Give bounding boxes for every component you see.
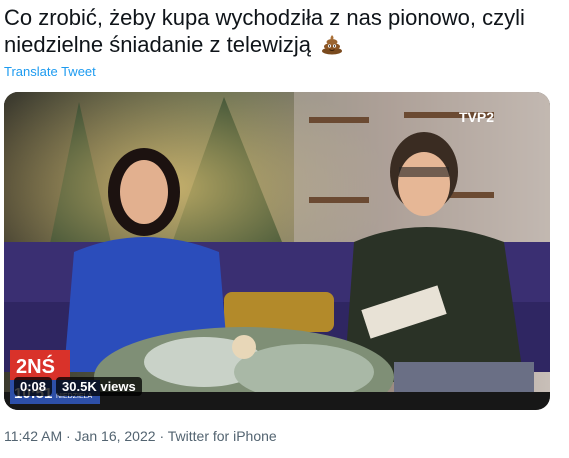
video-player[interactable]: TVP2 2NŚ 10:51 NIEDZIELA 0:08 30.5K view… bbox=[4, 92, 550, 410]
video-overlay: 0:08 30.5K views bbox=[14, 377, 142, 396]
video-duration: 0:08 bbox=[14, 377, 53, 396]
tweet-body: Co zrobić, żeby kupa wychodziła z nas pi… bbox=[4, 5, 525, 57]
tweet-time[interactable]: 11:42 AM bbox=[4, 428, 62, 444]
meta-separator: · bbox=[159, 428, 165, 444]
pile-of-poo-icon bbox=[321, 33, 343, 61]
view-count: 30.5K views bbox=[56, 377, 142, 396]
tweet-text: Co zrobić, żeby kupa wychodziła z nas pi… bbox=[4, 4, 560, 61]
tweet-meta: 11:42 AM · Jan 16, 2022 · Twitter for iP… bbox=[4, 428, 277, 444]
tweet-date[interactable]: Jan 16, 2022 bbox=[75, 428, 156, 444]
video-thumbnail: TVP2 2NŚ 10:51 NIEDZIELA bbox=[4, 92, 550, 410]
translate-tweet-link[interactable]: Translate Tweet bbox=[4, 64, 96, 79]
tweet-source[interactable]: Twitter for iPhone bbox=[168, 428, 277, 444]
show-logo: 2NŚ bbox=[16, 354, 55, 378]
meta-separator: · bbox=[66, 428, 71, 444]
channel-logo: TVP2 bbox=[459, 109, 494, 125]
